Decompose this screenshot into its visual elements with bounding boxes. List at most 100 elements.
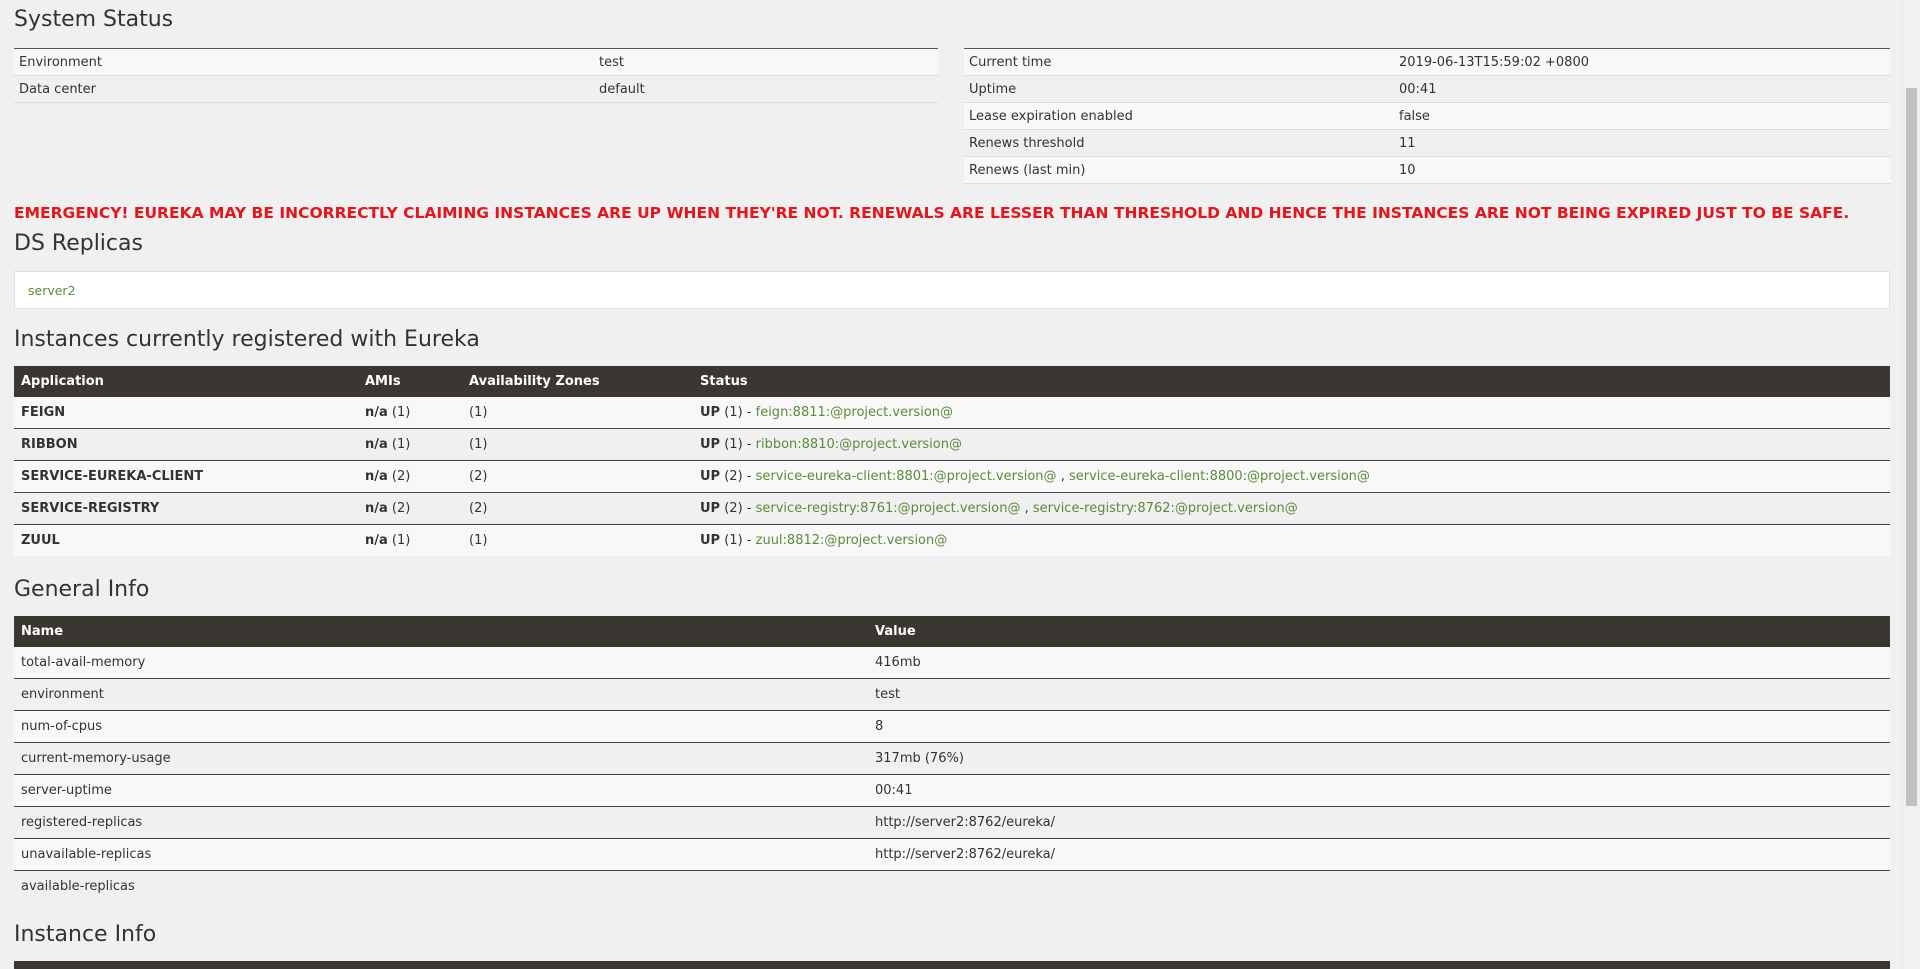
- info-name: current-memory-usage: [14, 742, 868, 775]
- app-name: SERVICE-REGISTRY: [14, 492, 358, 525]
- status-up: UP: [700, 405, 721, 420]
- ami-count: (1): [391, 437, 411, 452]
- info-value: test: [868, 678, 1890, 711]
- table-row: server-uptime 00:41: [14, 774, 1890, 807]
- table-row: environment test: [14, 678, 1890, 711]
- ami-value: n/a: [365, 501, 388, 516]
- ami-count: (2): [391, 469, 411, 484]
- zones-cell: (2): [462, 460, 693, 493]
- instance-info-table-header: [14, 961, 1890, 969]
- zones-cell: (1): [462, 524, 693, 556]
- system-status-title: System Status: [14, 7, 174, 32]
- info-value: 00:41: [868, 774, 1890, 807]
- system-status-right-table: Current time 2019-06-13T15:59:02 +0800 U…: [964, 48, 1890, 184]
- status-up: UP: [700, 437, 721, 452]
- emergency-warning: EMERGENCY! EUREKA MAY BE INCORRECTLY CLA…: [14, 204, 1850, 222]
- status-row: Data center default: [14, 75, 938, 103]
- ami-cell: n/a (1): [358, 524, 462, 556]
- info-name: environment: [14, 678, 868, 711]
- app-name: RIBBON: [14, 428, 358, 461]
- table-row: SERVICE-REGISTRY n/a (2) (2) UP (2) - se…: [14, 492, 1890, 525]
- ami-cell: n/a (1): [358, 428, 462, 461]
- status-key: Environment: [14, 48, 594, 76]
- instance-link[interactable]: zuul:8812:@project.version@: [756, 533, 948, 548]
- info-value: [868, 870, 1890, 902]
- ami-value: n/a: [365, 437, 388, 452]
- system-status-left-table: Environment test Data center default: [14, 48, 938, 103]
- status-cell: UP (2) - service-eureka-client:8801:@pro…: [693, 460, 1890, 493]
- vertical-scrollbar[interactable]: [1902, 0, 1920, 969]
- ami-cell: n/a (1): [358, 397, 462, 429]
- status-count: (2) -: [724, 501, 752, 516]
- info-name: total-avail-memory: [14, 647, 868, 679]
- instances-table: Application AMIs Availability Zones Stat…: [14, 366, 1890, 556]
- instance-link[interactable]: service-registry:8762:@project.version@: [1033, 501, 1298, 516]
- info-name: registered-replicas: [14, 806, 868, 839]
- status-value: 10: [1394, 156, 1890, 184]
- table-row: available-replicas: [14, 870, 1890, 902]
- instance-link[interactable]: feign:8811:@project.version@: [756, 405, 953, 420]
- table-row: FEIGN n/a (1) (1) UP (1) - feign:8811:@p…: [14, 397, 1890, 429]
- table-row: num-of-cpus 8: [14, 710, 1890, 743]
- ami-count: (1): [391, 533, 411, 548]
- ami-value: n/a: [365, 533, 388, 548]
- status-value: test: [594, 48, 938, 76]
- status-row: Current time 2019-06-13T15:59:02 +0800: [964, 48, 1890, 76]
- app-name: ZUUL: [14, 524, 358, 556]
- status-cell: UP (1) - feign:8811:@project.version@: [693, 397, 1890, 429]
- status-key: Uptime: [964, 75, 1394, 103]
- status-count: (2) -: [724, 469, 752, 484]
- table-row: unavailable-replicas http://server2:8762…: [14, 838, 1890, 871]
- status-up: UP: [700, 501, 721, 516]
- replica-link-server2[interactable]: server2: [28, 283, 76, 298]
- status-row: Renews (last min) 10: [964, 156, 1890, 184]
- status-cell: UP (1) - ribbon:8810:@project.version@: [693, 428, 1890, 461]
- general-info-title: General Info: [14, 577, 150, 602]
- instances-title: Instances currently registered with Eure…: [14, 327, 480, 352]
- table-row: registered-replicas http://server2:8762/…: [14, 806, 1890, 839]
- status-key: Current time: [964, 48, 1394, 76]
- status-value: 00:41: [1394, 75, 1890, 103]
- zones-cell: (2): [462, 492, 693, 525]
- table-row: SERVICE-EUREKA-CLIENT n/a (2) (2) UP (2)…: [14, 460, 1890, 493]
- table-row: current-memory-usage 317mb (76%): [14, 742, 1890, 775]
- zones-cell: (1): [462, 428, 693, 461]
- status-up: UP: [700, 469, 721, 484]
- info-value: 416mb: [868, 647, 1890, 679]
- status-cell: UP (1) - zuul:8812:@project.version@: [693, 524, 1890, 556]
- scrollbar-thumb[interactable]: [1906, 88, 1917, 806]
- info-name: server-uptime: [14, 774, 868, 807]
- status-value: default: [594, 75, 938, 103]
- column-header-amis: AMIs: [358, 366, 462, 397]
- instance-link[interactable]: ribbon:8810:@project.version@: [756, 437, 962, 452]
- status-count: (1) -: [724, 405, 752, 420]
- status-row: Renews threshold 11: [964, 129, 1890, 157]
- instance-link[interactable]: service-registry:8761:@project.version@: [756, 501, 1021, 516]
- column-header-availability-zones: Availability Zones: [462, 366, 693, 397]
- status-key: Renews (last min): [964, 156, 1394, 184]
- status-row: Lease expiration enabled false: [964, 102, 1890, 130]
- status-value: 11: [1394, 129, 1890, 157]
- table-row: total-avail-memory 416mb: [14, 647, 1890, 679]
- status-up: UP: [700, 533, 721, 548]
- table-row: RIBBON n/a (1) (1) UP (1) - ribbon:8810:…: [14, 428, 1890, 461]
- instance-link[interactable]: service-eureka-client:8801:@project.vers…: [756, 469, 1057, 484]
- info-name: num-of-cpus: [14, 710, 868, 743]
- ami-value: n/a: [365, 405, 388, 420]
- info-name: unavailable-replicas: [14, 838, 868, 871]
- table-header-row: Application AMIs Availability Zones Stat…: [14, 366, 1890, 397]
- column-header-application: Application: [14, 366, 358, 397]
- instance-link[interactable]: service-eureka-client:8800:@project.vers…: [1069, 469, 1370, 484]
- ami-count: (2): [391, 501, 411, 516]
- info-name: available-replicas: [14, 870, 868, 902]
- status-value: 2019-06-13T15:59:02 +0800: [1394, 48, 1890, 76]
- ami-cell: n/a (2): [358, 460, 462, 493]
- ami-count: (1): [391, 405, 411, 420]
- info-value: 317mb (76%): [868, 742, 1890, 775]
- instance-info-title: Instance Info: [14, 922, 157, 947]
- status-row: Uptime 00:41: [964, 75, 1890, 103]
- app-name: SERVICE-EUREKA-CLIENT: [14, 460, 358, 493]
- info-value: http://server2:8762/eureka/: [868, 806, 1890, 839]
- status-key: Lease expiration enabled: [964, 102, 1394, 130]
- status-count: (1) -: [724, 437, 752, 452]
